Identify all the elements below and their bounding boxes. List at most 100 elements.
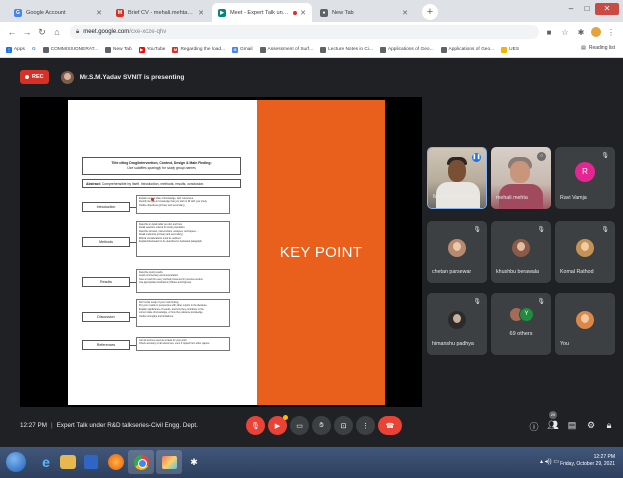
mic-toggle-button[interactable]: 🎙︎ — [246, 416, 265, 435]
youtube-icon: ▶ — [138, 46, 145, 53]
address-bar[interactable]: 🔒︎ meet.google.com /cxe-xcze-qhv — [70, 25, 539, 39]
participant-tile-ravi[interactable]: 🎙︎ R Ravi Vamja — [555, 147, 615, 209]
home-icon[interactable]: ⌂ — [51, 27, 63, 37]
raise-hand-button[interactable]: ✋︎ — [312, 416, 331, 435]
start-button[interactable] — [6, 452, 26, 472]
bookmark-applications-1[interactable]: Applications of Geo... — [379, 46, 434, 53]
mic-muted-icon: ○ — [537, 152, 546, 161]
reading-list-button[interactable]: ▤ Reading list — [581, 45, 615, 51]
slide-subtitle: Use subtitles sparingly for study group … — [127, 166, 196, 170]
close-icon[interactable]: ✕ — [198, 9, 204, 17]
bookmark-new-tab[interactable]: New Tab — [105, 46, 132, 53]
participant-name: Ravi Vamja — [560, 195, 587, 201]
bookmark-google[interactable]: G — [32, 47, 36, 52]
close-window-icon[interactable]: ✕ — [595, 3, 619, 15]
bookmark-gmail[interactable]: G Gmail — [232, 46, 253, 53]
internet-explorer-icon[interactable]: e — [36, 452, 56, 472]
slide-abstract-box: Abstract: Comprehensible by itself. Intr… — [82, 179, 241, 188]
participant-tile-others[interactable]: 🎙︎ Y 69 others — [491, 293, 551, 355]
meeting-details-icon[interactable]: ⓘ — [528, 420, 540, 433]
meet-icon: ▶ — [218, 8, 226, 17]
tab-label: Google Account — [26, 9, 66, 16]
forward-icon[interactable]: → — [21, 27, 33, 37]
participant-name: khushbu berawala — [496, 269, 539, 275]
taskbar-clock[interactable]: 12:27 PM Friday, October 29, 2021 — [560, 454, 615, 468]
people-icon[interactable]: 👥︎ — [547, 420, 559, 431]
file-explorer-icon[interactable] — [60, 455, 76, 469]
recording-dot-icon — [293, 10, 298, 15]
paint-icon — [161, 455, 177, 469]
bookmarks-bar: ⋮ Apps G COMMISSIONERAT... New Tab ▶ YouTu… — [0, 42, 623, 58]
participant-tile-yadav[interactable]: ❚❚ Mr.S.M.Yadav SV... — [427, 147, 487, 209]
google-g-icon: G — [14, 8, 22, 17]
more-vert-icon: ⋮ — [362, 422, 369, 430]
participant-tile-khushbu[interactable]: 🎙︎ khushbu berawala — [491, 221, 551, 283]
section-label-results: Results — [82, 277, 130, 287]
meeting-title: Expert Talk under R&D talkseries-Civil E… — [56, 422, 198, 429]
slide-diagram: Title citing Drug/Intervention, Context,… — [68, 100, 257, 405]
app-icon[interactable]: ✱ — [184, 452, 204, 472]
chat-icon[interactable]: ▤ — [566, 420, 578, 431]
avatar — [576, 239, 594, 257]
new-tab-button[interactable]: + — [422, 4, 438, 20]
close-icon[interactable]: ✕ — [96, 9, 102, 17]
present-now-button[interactable]: ⊡ — [334, 416, 353, 435]
bookmark-label: Assessment of Surf... — [267, 47, 314, 52]
bookmark-star-icon[interactable]: ☆ — [559, 28, 571, 37]
more-options-button[interactable]: ⋮ — [356, 416, 375, 435]
bookmark-commissionerate[interactable]: COMMISSIONERAT... — [42, 46, 98, 53]
host-controls-icon[interactable]: 🔒︎ — [603, 420, 615, 431]
reload-icon[interactable]: ↻ — [36, 27, 48, 38]
close-icon[interactable]: ✕ — [300, 9, 306, 17]
camera-toggle-button[interactable]: ▶ — [268, 415, 288, 435]
mic-off-icon: 🎙︎ — [251, 422, 260, 430]
tab-label: Meet - Expert Talk under R& — [230, 9, 291, 16]
participant-tile-himanshu[interactable]: 🎙︎ himanshu padhya — [427, 293, 487, 355]
bookmark-lecture-notes[interactable]: Lecture Notes in Ci... — [320, 46, 373, 53]
close-icon[interactable]: ✕ — [402, 9, 408, 17]
maximize-icon[interactable]: □ — [579, 3, 595, 15]
tab-new-tab[interactable]: ● New Tab ✕ — [314, 3, 414, 22]
desc-line: Check accuracy of all references, even i… — [139, 342, 210, 346]
bookmark-youtube[interactable]: ▶ YouTube — [138, 46, 165, 53]
tab-gmail[interactable]: M Brief CV - mehali.mehta@svnit.ac.in ✕ — [110, 3, 210, 22]
tab-meet[interactable]: ▶ Meet - Expert Talk under R& ✕ — [212, 3, 312, 22]
folder-icon — [501, 46, 508, 53]
bookmark-assessment[interactable]: Assessment of Surf... — [259, 46, 314, 53]
bookmark-label: Applications of Geo... — [448, 47, 495, 52]
chrome-icon — [133, 454, 149, 470]
leave-call-button[interactable]: ☎︎ — [378, 416, 402, 435]
menu-kebab-icon[interactable]: ⋮ — [605, 28, 617, 37]
bookmark-ues[interactable]: UES — [501, 46, 519, 53]
participant-tile-chetan[interactable]: 🎙︎ chetan parsewar — [427, 221, 487, 283]
minimize-icon[interactable]: – — [563, 3, 579, 15]
tab-google-account[interactable]: G Google Account ✕ — [8, 3, 108, 22]
slide-title-box: Title citing Drug/Intervention, Context,… — [82, 157, 241, 175]
participant-tile-komal[interactable]: 🎙︎ Komal Rathod — [555, 221, 615, 283]
paint-taskbar-button[interactable] — [156, 450, 182, 474]
profile-avatar[interactable] — [591, 27, 601, 37]
warning-dot — [283, 415, 288, 420]
activities-icon[interactable]: ⚙︎ — [585, 420, 597, 431]
participant-tile-mehta[interactable]: ○ mehali mehta — [491, 147, 551, 209]
abstract-text: Comprehensible by itself. Introduction, … — [101, 182, 205, 186]
participant-tile-you[interactable]: You — [555, 293, 615, 355]
firefox-icon[interactable] — [108, 454, 124, 470]
extensions-icon[interactable]: ✱ — [575, 28, 587, 37]
clock-date: Friday, October 29, 2021 — [560, 461, 615, 467]
system-tray-icons[interactable]: ▴ ◂)) ▭ — [540, 458, 559, 465]
media-player-icon[interactable] — [84, 455, 98, 469]
bookmark-regarding-load[interactable]: M Regarding the load... — [172, 46, 225, 53]
bookmark-apps[interactable]: ⋮ Apps — [6, 46, 25, 53]
bookmark-label: New Tab — [113, 47, 132, 52]
camera-status-icon[interactable]: ■ — [543, 28, 555, 37]
tab-label: Brief CV - mehali.mehta@svnit.ac.in — [128, 9, 195, 16]
bookmark-applications-2[interactable]: Applications of Geo... — [440, 46, 495, 53]
participant-name: You — [560, 341, 569, 347]
avatar — [448, 311, 466, 329]
captions-button[interactable]: ▭ — [290, 416, 309, 435]
chrome-taskbar-button[interactable] — [128, 450, 154, 474]
back-icon[interactable]: ← — [6, 27, 18, 37]
presentation-area[interactable]: Title citing Drug/Intervention, Context,… — [20, 97, 422, 407]
avatar — [576, 311, 594, 329]
